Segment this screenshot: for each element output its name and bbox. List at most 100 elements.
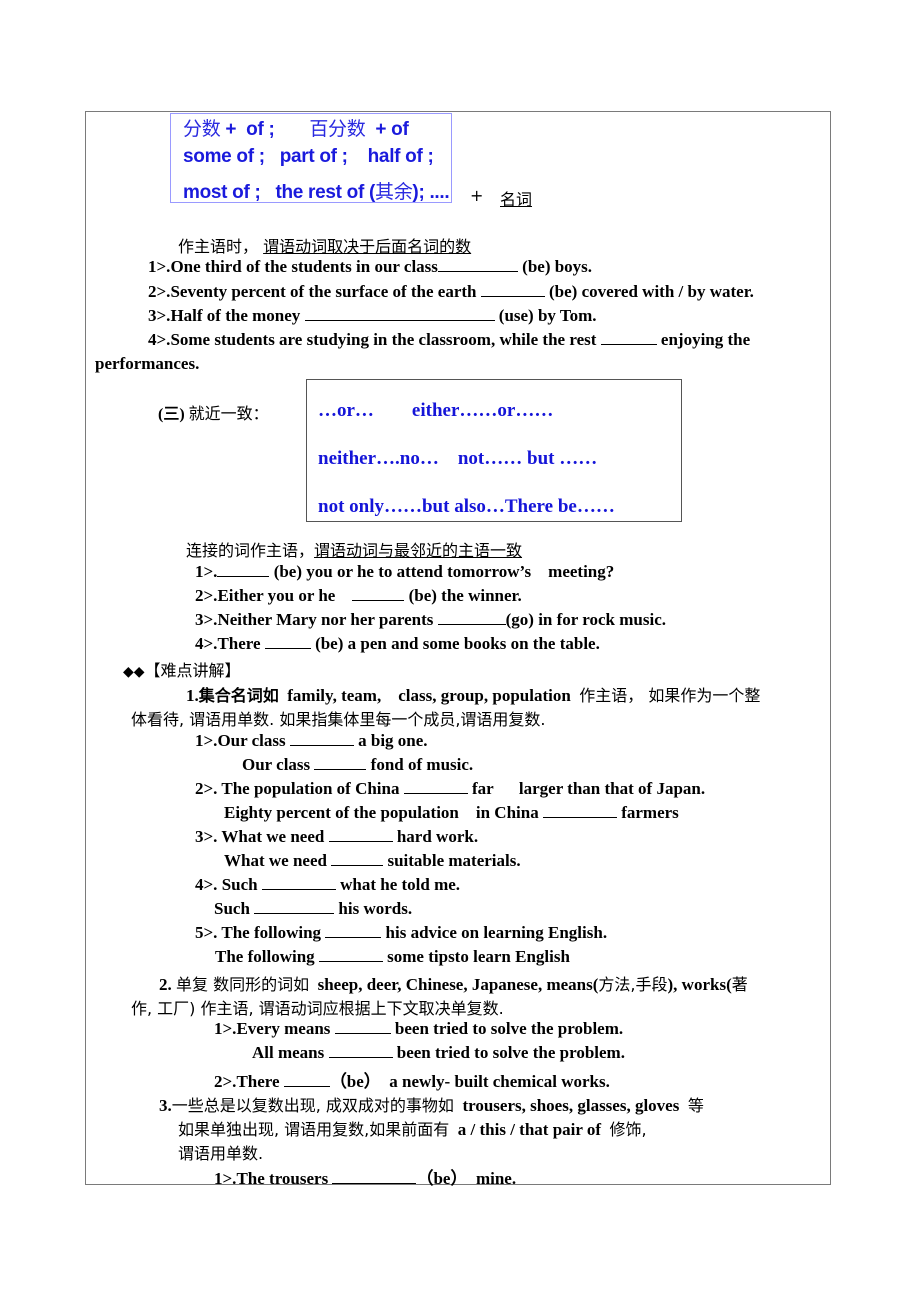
exercise-point1-1b: Our class fond of music. (242, 755, 473, 775)
text-segment: The following (215, 947, 319, 966)
text-segment: 3>. (148, 306, 171, 325)
text-segment: 3>. (195, 827, 222, 846)
fraction-rule-underlined: 谓语动词取决于后面名词的数 (263, 237, 472, 256)
difficulty-header: ◆◆【难点讲解】 (123, 657, 241, 681)
exercise-proximity-3: 3>.Neither Mary nor her parents (go) in … (195, 610, 666, 630)
answer-blank[interactable] (480, 282, 545, 297)
box-line-3: not only……but also…There be…… (318, 496, 615, 517)
answer-blank[interactable] (352, 586, 405, 601)
answer-blank[interactable] (437, 610, 506, 625)
text-segment: ), works( (667, 975, 732, 994)
exercise-point1-3b: What we need suitable materials. (224, 851, 521, 871)
point3-line3: 谓语用单数. (178, 1144, 264, 1163)
answer-blank[interactable] (334, 1019, 391, 1034)
box-line-2: neither….no… not…… but …… (318, 448, 598, 469)
answer-blank[interactable] (283, 1072, 330, 1087)
answer-blank[interactable] (289, 731, 354, 746)
text-segment: 2>. (214, 1072, 237, 1091)
text-segment: been tried to solve the problem. (390, 1019, 624, 1038)
text-segment: been tried to solve the problem. (392, 1043, 625, 1062)
text-segment: Either you or he (217, 586, 353, 605)
plus-sign: + (470, 186, 484, 205)
text-segment: 百分数 (309, 118, 366, 140)
point2-line1: 2. 单复 数同形的词如 sheep, deer, Chinese, Japan… (159, 971, 748, 995)
exercise-fraction-4-continuation: performances. (95, 354, 200, 373)
text-segment: 连接的词作主语， (186, 541, 315, 560)
text-segment: Every means (236, 1019, 335, 1038)
point1-line1: 1.集合名词如 family, team, class, group, popu… (186, 682, 760, 706)
text-segment: 4>. (195, 634, 218, 653)
text-segment: What we need (224, 851, 332, 870)
text-segment: 2. (159, 975, 176, 994)
proximity-heading: (三) 就近一致： (158, 400, 269, 424)
answer-blank[interactable] (328, 827, 393, 842)
text-segment: fond of music. (366, 755, 474, 774)
answer-blank[interactable] (332, 1169, 417, 1184)
text-segment: 就近一致： (188, 404, 269, 423)
text-segment: All means (252, 1043, 329, 1062)
text-segment: The following (221, 923, 326, 942)
text-segment: 作主语， 如果作为一个整 (579, 686, 761, 705)
text-segment: 1>. (214, 1169, 237, 1188)
text-segment: 著 (731, 975, 748, 994)
answer-blank[interactable] (600, 330, 657, 345)
text-segment: 1>. (214, 1019, 237, 1038)
text-segment: 3>. (195, 610, 218, 629)
answer-blank[interactable] (264, 634, 311, 649)
exercise-point1-5a: 5>. The following his advice on learning… (195, 923, 607, 943)
answer-blank[interactable] (542, 803, 617, 818)
text-segment: Our class (217, 731, 290, 750)
exercise-proximity-4: 4>.There (be) a pen and some books on th… (195, 634, 600, 654)
text-segment: 1. (186, 686, 199, 705)
text-segment: 修饰, (609, 1120, 647, 1139)
text-segment: some of ; part of ; half of ; (183, 146, 434, 167)
box-line-2: some of ; part of ; half of ; (183, 146, 434, 168)
answer-blank[interactable] (254, 899, 335, 914)
point3-line1: 3.一些总是以复数出现, 成双成对的事物如 trousers, shoes, g… (159, 1092, 704, 1116)
answer-blank[interactable] (325, 923, 382, 938)
text-segment: ); .... (412, 182, 450, 203)
text-segment: + of ; (220, 119, 310, 140)
answer-blank[interactable] (304, 306, 495, 321)
text-segment: what he told me. (335, 875, 461, 894)
text-segment: Such (221, 875, 262, 894)
answer-blank[interactable] (437, 257, 518, 272)
answer-blank[interactable] (318, 947, 383, 962)
exercise-fraction-3: 3>.Half of the money (use) by Tom. (148, 306, 597, 326)
text-segment: his advice on learning English. (381, 923, 608, 942)
text-segment: (go) in for rock music. (505, 610, 667, 629)
exercise-point1-5b: The following some tipsto learn English (215, 947, 570, 967)
text-segment: 等 (687, 1096, 704, 1115)
text-segment: suitable materials. (383, 851, 521, 870)
text-segment: his words. (334, 899, 413, 918)
answer-blank[interactable] (331, 851, 384, 866)
text-segment: One third of the students in our class (170, 257, 438, 276)
text-segment: What we need (221, 827, 329, 846)
fraction-phrase-box: 分数 + of ; 百分数 + of some of ; part of ; h… (170, 113, 452, 203)
box-line-3: most of ; the rest of (其余); .... (183, 177, 450, 204)
text-segment: 分数 (183, 118, 221, 140)
answer-blank[interactable] (403, 779, 468, 794)
answer-blank[interactable] (217, 562, 270, 577)
text-segment: (be) a pen and some books on the table. (310, 634, 600, 653)
answer-blank[interactable] (328, 1043, 393, 1058)
exercise-point1-4a: 4>. Such what he told me. (195, 875, 460, 895)
text-segment: trousers, shoes, glasses, gloves (453, 1096, 688, 1115)
text-segment: 单复 数同形的词如 (176, 975, 310, 994)
text-segment: 作主语时， (178, 237, 259, 256)
answer-blank[interactable] (314, 755, 367, 770)
diamond-bullet-icon: ◆◆ (123, 664, 145, 680)
box-line-1: …or… either……or…… (318, 400, 554, 421)
text-segment: There (236, 1072, 284, 1091)
answer-blank[interactable] (261, 875, 336, 890)
box-line-1: 分数 + of ; 百分数 + of (183, 114, 409, 141)
text-segment: family, team, class, group, population (278, 686, 580, 705)
text-segment: a / this / that pair of (449, 1120, 610, 1139)
exercise-fraction-4: 4>.Some students are studying in the cla… (148, 330, 750, 350)
exercise-point2-1b: All means been tried to solve the proble… (252, 1043, 625, 1063)
text-segment: 1>. (148, 257, 171, 276)
text-segment: 4>. (148, 330, 171, 349)
text-segment: sheep, deer, Chinese, Japanese, means( (309, 975, 599, 994)
text-segment: Half of the money (170, 306, 305, 325)
text-segment: hard work. (392, 827, 479, 846)
